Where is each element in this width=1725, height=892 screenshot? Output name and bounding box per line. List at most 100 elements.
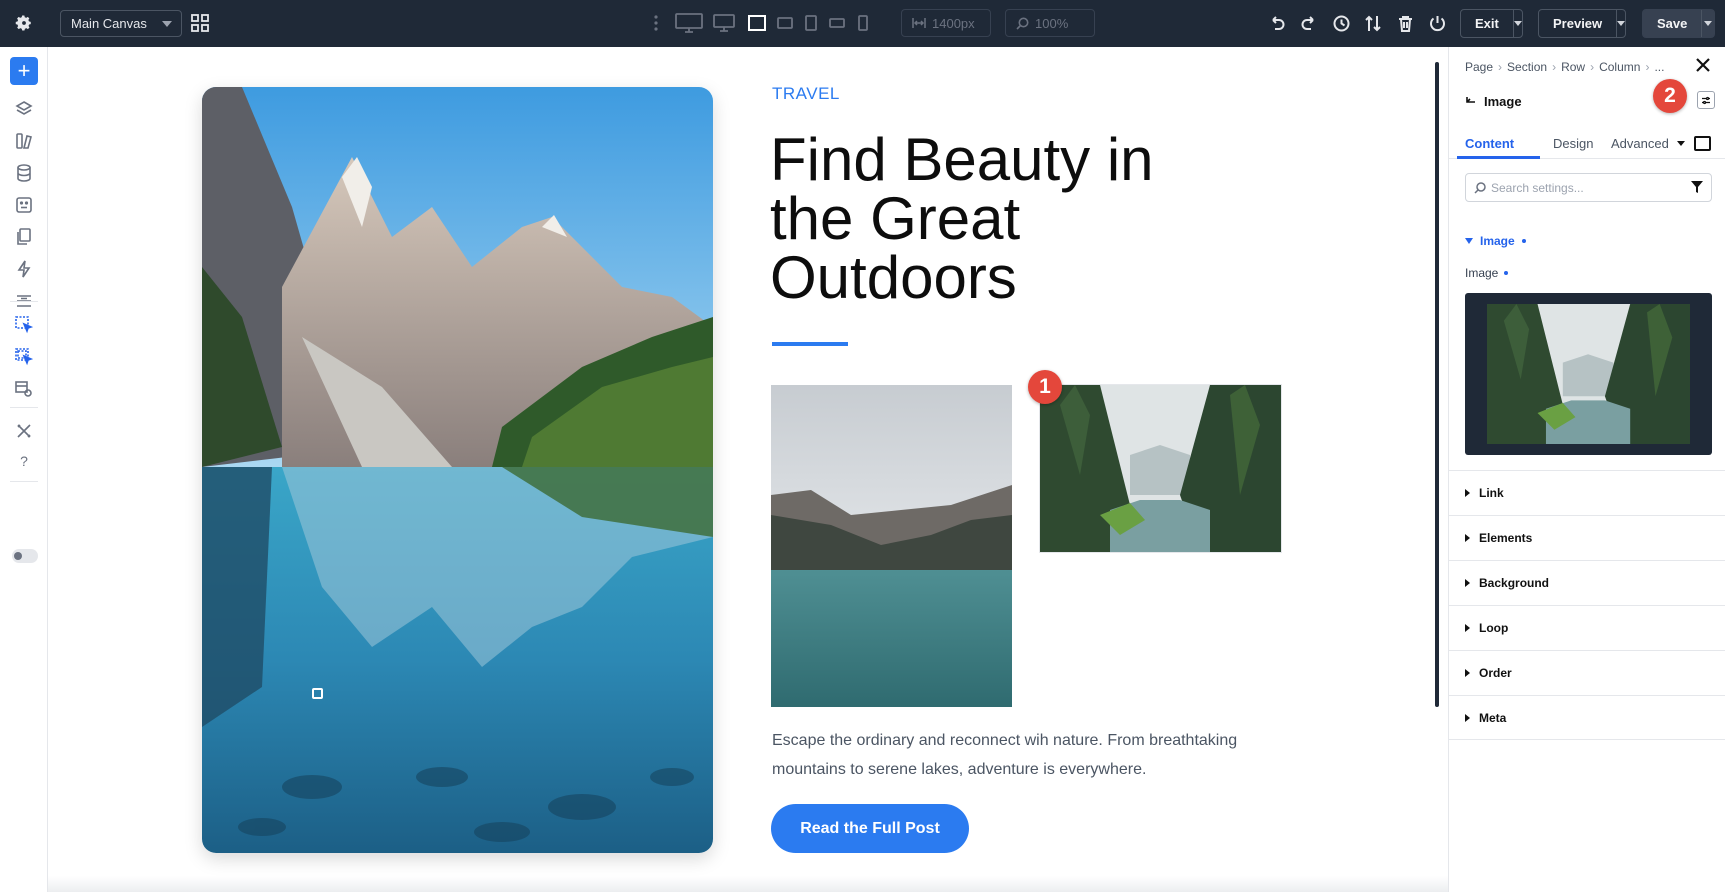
top-toolbar: Main Canvas 1400px 100% Exit Preview Sav… bbox=[0, 0, 1725, 47]
section-meta-label: Meta bbox=[1479, 710, 1507, 725]
layers-icon[interactable] bbox=[12, 97, 36, 121]
plus-icon: + bbox=[17, 58, 31, 83]
step-badge-1: 1 bbox=[1028, 370, 1062, 404]
close-panel-icon[interactable] bbox=[1695, 57, 1713, 75]
pages-icon[interactable] bbox=[12, 225, 36, 249]
section-loop[interactable]: Loop bbox=[1449, 605, 1725, 650]
desktop-icon[interactable] bbox=[712, 11, 736, 35]
exit-button[interactable]: Exit bbox=[1460, 9, 1523, 38]
theme-toggle[interactable] bbox=[12, 549, 38, 563]
divider bbox=[10, 301, 38, 302]
modified-dot-icon bbox=[1521, 239, 1526, 243]
preview-button[interactable]: Preview bbox=[1538, 9, 1626, 38]
image-field-label-text: Image bbox=[1465, 266, 1499, 280]
active-tab-indicator bbox=[1457, 156, 1540, 159]
step-badge-2: 2 bbox=[1653, 79, 1687, 113]
power-icon[interactable] bbox=[1425, 11, 1449, 35]
more-vertical-icon[interactable] bbox=[644, 11, 668, 35]
sort-arrows-icon[interactable] bbox=[1361, 11, 1385, 35]
chevron-right-icon bbox=[1465, 534, 1470, 542]
modified-dot-icon bbox=[1504, 271, 1509, 275]
phone-landscape-icon[interactable] bbox=[825, 11, 849, 35]
breadcrumb-more[interactable]: ... bbox=[1654, 60, 1664, 74]
zoom-icon bbox=[1016, 17, 1029, 30]
section-order-label: Order bbox=[1479, 666, 1512, 680]
multi-select-icon[interactable] bbox=[12, 345, 36, 369]
image-upload-preview[interactable] bbox=[1465, 293, 1712, 455]
tools-icon[interactable] bbox=[12, 419, 36, 443]
tab-advanced[interactable]: Advanced bbox=[1611, 136, 1669, 151]
post-category: TRAVEL bbox=[772, 84, 840, 103]
post-headline: Find Beauty in the Great Outdoors bbox=[770, 126, 1154, 311]
lake-image[interactable] bbox=[771, 385, 1012, 707]
expand-panel-icon[interactable] bbox=[1694, 136, 1711, 151]
help-icon[interactable]: ? bbox=[12, 449, 36, 473]
tablet-landscape-icon[interactable] bbox=[773, 11, 797, 35]
search-icon bbox=[1474, 181, 1486, 194]
tab-content[interactable]: Content bbox=[1465, 136, 1514, 151]
grid-icon[interactable] bbox=[188, 11, 212, 35]
preview-dropdown[interactable] bbox=[1616, 10, 1626, 37]
trash-icon[interactable] bbox=[1393, 11, 1417, 35]
section-background-label: Background bbox=[1479, 576, 1550, 590]
zoom-value: 100% bbox=[1035, 15, 1069, 31]
desktop-wide-icon[interactable] bbox=[674, 11, 704, 35]
gear-icon[interactable] bbox=[12, 11, 36, 35]
chevron-right-icon bbox=[1465, 624, 1470, 632]
forest-river-image[interactable] bbox=[1039, 384, 1282, 553]
preset-settings-icon[interactable] bbox=[1697, 91, 1715, 109]
section-link[interactable]: Link bbox=[1449, 470, 1725, 515]
forest-river-picture bbox=[1487, 304, 1690, 444]
preview-thumbnail bbox=[1487, 304, 1690, 444]
breadcrumb-separator-icon: › bbox=[1645, 60, 1650, 74]
section-elements[interactable]: Elements bbox=[1449, 515, 1725, 560]
breadcrumb-section[interactable]: Section bbox=[1507, 60, 1547, 74]
left-sidebar: + ? bbox=[0, 47, 48, 892]
canvas-select[interactable]: Main Canvas bbox=[60, 10, 182, 37]
filter-icon[interactable] bbox=[1691, 181, 1703, 193]
find-replace-icon[interactable] bbox=[12, 377, 36, 401]
chevron-right-icon bbox=[1465, 713, 1470, 722]
lightning-icon[interactable] bbox=[12, 257, 36, 281]
hero-mountain-lake-image[interactable] bbox=[202, 87, 713, 853]
read-full-post-button[interactable]: Read the Full Post bbox=[771, 804, 969, 853]
design-library-icon[interactable] bbox=[12, 129, 36, 153]
database-icon[interactable] bbox=[12, 161, 36, 185]
breadcrumb-separator-icon: › bbox=[1590, 60, 1595, 74]
resize-handle-icon[interactable] bbox=[312, 688, 323, 699]
save-label: Save bbox=[1657, 16, 1688, 31]
tab-design[interactable]: Design bbox=[1553, 136, 1593, 151]
zoom-field[interactable]: 100% bbox=[1005, 9, 1095, 37]
section-order[interactable]: Order bbox=[1449, 650, 1725, 695]
settings-search-input[interactable]: Search settings... bbox=[1465, 173, 1712, 202]
section-background[interactable]: Background bbox=[1449, 560, 1725, 605]
redo-icon[interactable] bbox=[1297, 11, 1321, 35]
breadcrumb-column[interactable]: Column bbox=[1599, 60, 1640, 74]
exit-label: Exit bbox=[1475, 16, 1499, 31]
section-image-toggle[interactable]: Image bbox=[1465, 234, 1526, 248]
breadcrumb-page[interactable]: Page bbox=[1465, 60, 1493, 74]
back-arrow-icon[interactable] bbox=[1465, 96, 1476, 107]
save-dropdown[interactable] bbox=[1701, 10, 1714, 37]
breadcrumb-row[interactable]: Row bbox=[1561, 60, 1585, 74]
tabs-more-icon[interactable] bbox=[1677, 141, 1685, 146]
canvas-scrollbar[interactable] bbox=[1435, 62, 1439, 707]
section-loop-label: Loop bbox=[1479, 621, 1509, 635]
canvas-width-field[interactable]: 1400px bbox=[901, 9, 991, 37]
select-element-icon[interactable] bbox=[12, 313, 36, 337]
search-placeholder: Search settings... bbox=[1491, 180, 1584, 195]
section-meta[interactable]: Meta bbox=[1449, 695, 1725, 740]
divider bbox=[10, 481, 38, 482]
laptop-icon-active[interactable] bbox=[745, 11, 769, 35]
undo-icon[interactable] bbox=[1265, 11, 1289, 35]
chevron-down-icon bbox=[162, 21, 172, 27]
add-module-button[interactable]: + bbox=[10, 57, 38, 85]
chevron-down-icon bbox=[1617, 21, 1626, 26]
exit-dropdown[interactable] bbox=[1512, 10, 1522, 37]
mountain-lake-picture bbox=[202, 87, 713, 853]
phone-icon[interactable] bbox=[851, 11, 875, 35]
portability-icon[interactable] bbox=[12, 193, 36, 217]
tablet-icon[interactable] bbox=[799, 11, 823, 35]
history-icon[interactable] bbox=[1329, 11, 1353, 35]
save-button[interactable]: Save bbox=[1642, 9, 1715, 38]
